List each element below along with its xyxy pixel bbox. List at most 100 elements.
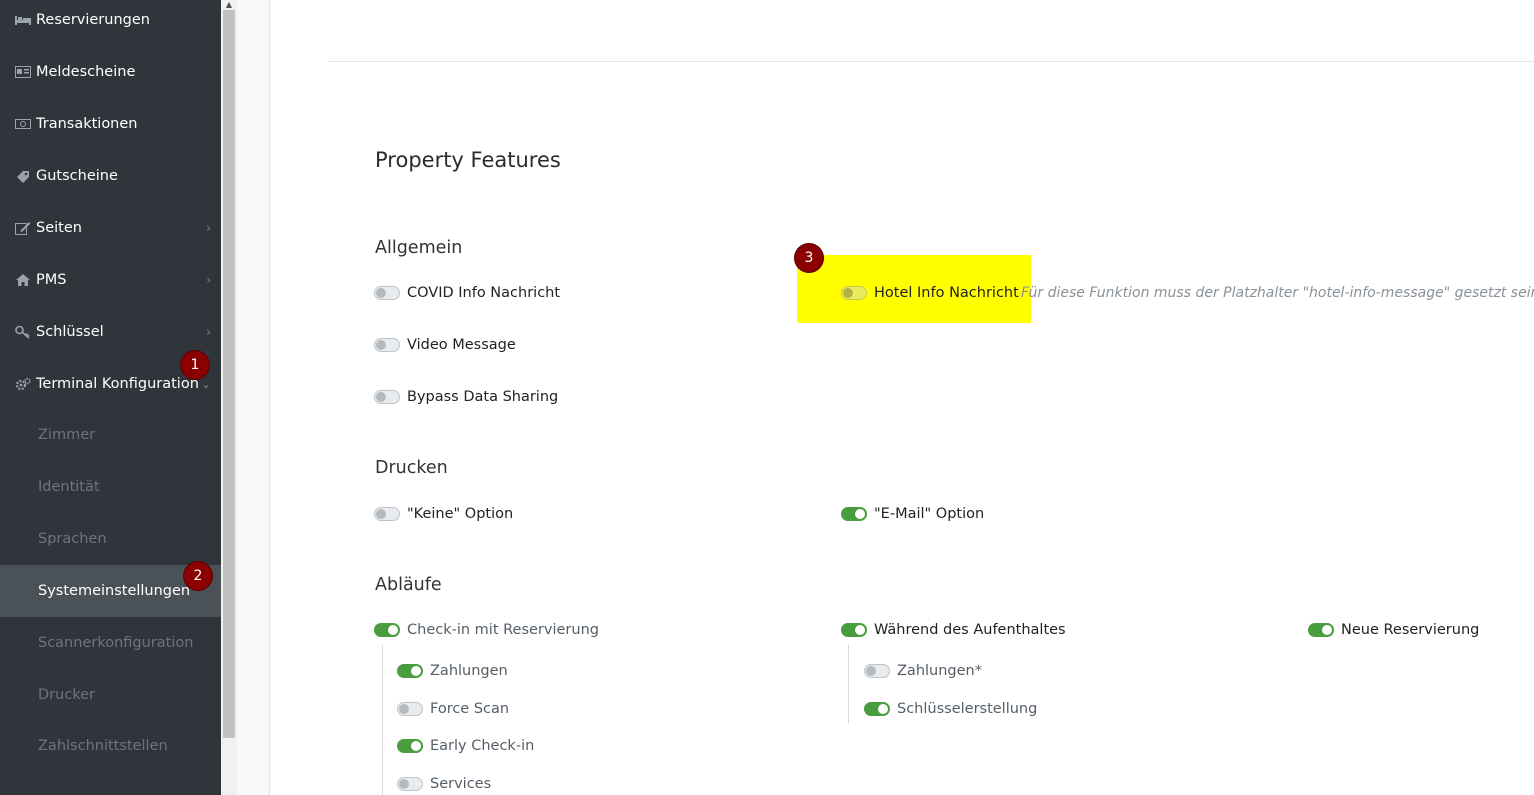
toggle-label: COVID Info Nachricht	[407, 285, 561, 301]
toggle-switch[interactable]	[841, 507, 867, 521]
sidebar-item-label: Transaktionen	[36, 116, 138, 132]
sidebar-subitem-label: Scannerkonfiguration	[38, 635, 194, 651]
sidebar-item-pms[interactable]: PMS ›	[0, 254, 221, 306]
toggle-row-video: Video Message	[374, 337, 516, 353]
toggle-switch[interactable]	[397, 777, 423, 791]
section-ablaeufe: Abläufe	[375, 575, 442, 595]
toggle-row-zahlungen: Zahlungen	[397, 663, 508, 679]
chevron-right-icon: ›	[206, 325, 211, 339]
toggle-row-covid: COVID Info Nachricht	[374, 285, 560, 301]
home-icon	[15, 273, 31, 287]
sidebar-subitem-scannerkonfiguration[interactable]: Scannerkonfiguration	[0, 617, 221, 669]
ticket-icon	[15, 169, 31, 183]
toggle-label: Schlüsselerstellung	[897, 701, 1038, 717]
toggle-switch[interactable]	[397, 664, 423, 678]
toggle-switch[interactable]	[374, 338, 400, 352]
sidebar-item-meldescheine[interactable]: Meldescheine	[0, 46, 221, 98]
sidebar-item-gutscheine[interactable]: Gutscheine	[0, 150, 221, 202]
toggle-label: Hotel Info Nachricht	[874, 285, 1019, 301]
toggle-switch[interactable]	[397, 739, 423, 753]
toggle-row-bypass: Bypass Data Sharing	[374, 389, 558, 405]
sidebar-subitem-identitaet[interactable]: Identität	[0, 461, 221, 513]
page-title: Property Features	[375, 148, 561, 172]
toggle-switch[interactable]	[374, 507, 400, 521]
toggle-row-early-checkin: Early Check-in	[397, 738, 534, 754]
chevron-right-icon: ›	[206, 221, 211, 235]
step-badge-1: 1	[181, 351, 209, 379]
toggle-label: Während des Aufenthaltes	[874, 622, 1066, 638]
toggle-label: "Keine" Option	[407, 506, 514, 522]
toggle-label: Early Check-in	[430, 738, 535, 754]
money-icon	[15, 117, 31, 131]
toggle-switch[interactable]	[841, 286, 867, 300]
header-divider	[329, 61, 1534, 62]
toggle-label: Services	[430, 776, 492, 792]
sidebar-subitem-zimmer[interactable]: Zimmer	[0, 409, 221, 461]
tree-line	[848, 645, 849, 723]
tree-line	[382, 645, 383, 795]
sidebar-item-seiten[interactable]: Seiten ›	[0, 202, 221, 254]
key-icon	[15, 325, 31, 339]
toggle-switch[interactable]	[1308, 623, 1334, 637]
sidebar-item-label: Seiten	[36, 220, 82, 236]
sidebar-scrollbar[interactable]: ▲	[221, 0, 237, 795]
toggle-row-services: Services	[397, 776, 491, 792]
toggle-label: Bypass Data Sharing	[407, 389, 559, 405]
toggle-switch[interactable]	[374, 623, 400, 637]
toggle-row-force-scan: Force Scan	[397, 701, 509, 717]
sidebar-item-schluessel[interactable]: Schlüssel ›	[0, 306, 221, 358]
id-card-icon	[15, 65, 31, 79]
toggle-label: Video Message	[407, 337, 516, 353]
toggle-switch[interactable]	[374, 390, 400, 404]
sidebar-item-reservierungen[interactable]: Reservierungen	[0, 0, 221, 46]
sidebar-item-label: Reservierungen	[36, 12, 150, 28]
edit-icon	[15, 221, 31, 235]
content-gutter	[237, 0, 270, 795]
toggle-row-neue-reservierung: Neue Reservierung	[1308, 622, 1479, 638]
toggle-switch[interactable]	[864, 702, 890, 716]
step-badge-2: 2	[184, 562, 212, 590]
sidebar-subitem-zahlschnittstellen[interactable]: Zahlschnittstellen	[0, 720, 221, 772]
toggle-label: Force Scan	[430, 701, 510, 717]
chevron-down-icon: ⌄	[200, 377, 211, 391]
scrollbar-thumb[interactable]	[223, 10, 235, 738]
sidebar-item-label: Meldescheine	[36, 64, 136, 80]
toggle-label: Neue Reservierung	[1341, 622, 1480, 638]
bed-icon	[15, 13, 31, 27]
toggle-row-zahlungen-star: Zahlungen*	[864, 663, 982, 679]
scroll-up-arrow-icon[interactable]: ▲	[221, 0, 237, 10]
toggle-row-checkin: Check-in mit Reservierung	[374, 622, 599, 638]
toggle-label: Check-in mit Reservierung	[407, 622, 599, 638]
sidebar-subitem-drucker[interactable]: Drucker	[0, 669, 221, 721]
toggle-label: Zahlungen*	[897, 663, 982, 679]
toggle-switch[interactable]	[397, 702, 423, 716]
toggle-row-waehrend: Während des Aufenthaltes	[841, 622, 1066, 638]
toggle-switch[interactable]	[864, 664, 890, 678]
sidebar: Reservierungen Meldescheine Transaktione…	[0, 0, 221, 795]
toggle-row-schluesselerstellung: Schlüsselerstellung	[864, 701, 1037, 717]
sidebar-subitem-label: Systemeinstellungen	[38, 583, 191, 599]
toggle-switch[interactable]	[374, 286, 400, 300]
sidebar-subitem-label: Zahlschnittstellen	[38, 738, 168, 754]
cogs-icon	[15, 377, 31, 391]
sidebar-item-transaktionen[interactable]: Transaktionen	[0, 98, 221, 150]
sidebar-subitem-label: Zimmer	[38, 427, 96, 443]
sidebar-item-label: Terminal Konfiguration	[36, 376, 199, 392]
toggle-row-keine-option: "Keine" Option	[374, 506, 513, 522]
step-badge-3: 3	[795, 244, 823, 272]
toggle-label: Zahlungen	[430, 663, 508, 679]
sidebar-subitem-label: Identität	[38, 479, 100, 495]
sidebar-subitem-label: Sprachen	[38, 531, 107, 547]
section-drucken: Drucken	[375, 458, 448, 478]
hotel-info-hint: Für diese Funktion muss der Platzhalter …	[1021, 285, 1534, 301]
sidebar-subitem-sprachen[interactable]: Sprachen	[0, 513, 221, 565]
toggle-row-hotel-info: Hotel Info Nachricht	[841, 285, 1019, 301]
sidebar-subitem-label: Drucker	[38, 687, 96, 703]
sidebar-item-label: Schlüssel	[36, 324, 104, 340]
toggle-label: "E-Mail" Option	[874, 506, 985, 522]
sidebar-item-label: Gutscheine	[36, 168, 118, 184]
chevron-right-icon: ›	[206, 273, 211, 287]
sidebar-item-label: PMS	[36, 272, 67, 288]
toggle-switch[interactable]	[841, 623, 867, 637]
section-allgemein: Allgemein	[375, 238, 463, 258]
